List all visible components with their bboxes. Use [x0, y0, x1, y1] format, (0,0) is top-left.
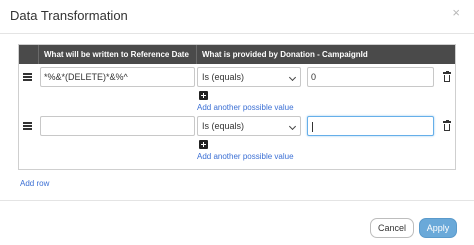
cancel-button[interactable]: Cancel	[370, 218, 414, 238]
column-header-reference: What will be written to Reference Date	[44, 50, 189, 59]
table-header: What will be written to Reference Date W…	[19, 45, 455, 64]
donation-value-input[interactable]	[307, 116, 434, 136]
reference-value-input[interactable]	[40, 116, 195, 136]
transformation-table: What will be written to Reference Date W…	[18, 44, 456, 170]
drag-handle-icon[interactable]	[23, 73, 32, 81]
apply-button[interactable]: Apply	[419, 218, 457, 238]
operator-select-value: Is (equals)	[202, 72, 245, 82]
chevron-down-icon	[288, 73, 297, 82]
reference-value-input[interactable]: *%&*(DELETE)*&%^	[40, 67, 195, 87]
column-header-donation: What is provided by Donation - CampaignI…	[202, 50, 368, 59]
drag-handle-icon[interactable]	[23, 122, 32, 130]
text-caret	[312, 121, 313, 132]
donation-value-input[interactable]: 0	[307, 67, 434, 87]
add-possible-value-link[interactable]: Add another possible value	[197, 152, 294, 161]
operator-select[interactable]: Is (equals)	[197, 116, 301, 136]
add-row-link[interactable]: Add row	[20, 179, 49, 188]
footer-divider	[0, 200, 474, 201]
add-possible-value-link[interactable]: Add another possible value	[197, 103, 294, 112]
data-transformation-dialog: Data Transformation × What will be writt…	[0, 0, 474, 245]
operator-select-value: Is (equals)	[202, 121, 245, 131]
chevron-down-icon	[288, 122, 297, 131]
plus-icon[interactable]	[199, 91, 208, 100]
dialog-title: Data Transformation	[10, 8, 128, 23]
operator-select[interactable]: Is (equals)	[197, 67, 301, 87]
trash-icon[interactable]	[443, 70, 451, 82]
close-icon[interactable]: ×	[452, 6, 460, 20]
title-divider	[0, 33, 474, 34]
plus-icon[interactable]	[199, 140, 208, 149]
trash-icon[interactable]	[443, 119, 451, 131]
